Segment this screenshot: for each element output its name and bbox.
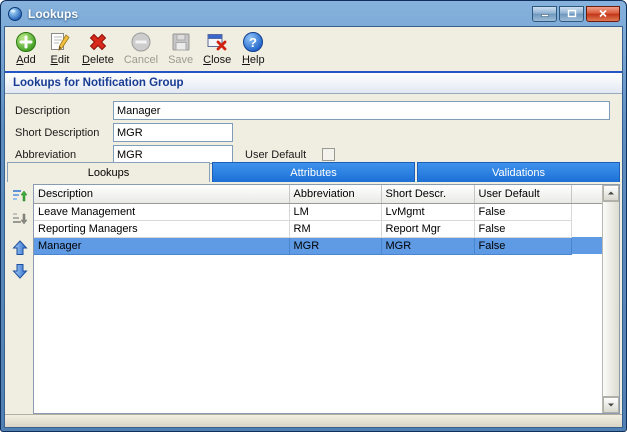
scroll-up-button[interactable] — [603, 185, 619, 201]
cell-user-default: False — [474, 237, 572, 255]
grid-table-area: Description Abbreviation Short Descr. Us… — [34, 185, 602, 413]
save-icon — [169, 30, 193, 54]
sort-ascending-button[interactable] — [10, 186, 30, 206]
window-controls — [532, 5, 620, 22]
tab-lookups-label: Lookups — [87, 166, 130, 179]
section-header: Lookups for Notification Group — [5, 73, 622, 94]
user-default-checkbox[interactable] — [322, 148, 336, 161]
help-icon: ? — [241, 30, 265, 54]
user-default-label: User Default — [245, 148, 307, 161]
table-row-selected[interactable]: Manager MGR MGR False — [34, 237, 602, 255]
save-button-label: Save — [168, 54, 194, 66]
tab-content-lookups: Description Abbreviation Short Descr. Us… — [5, 182, 622, 414]
svg-text:?: ? — [249, 35, 257, 50]
delete-button[interactable]: Delete — [77, 29, 119, 67]
move-down-button[interactable] — [10, 261, 30, 281]
tab-validations-label: Validations — [492, 166, 545, 179]
tab-attributes[interactable]: Attributes — [212, 162, 415, 182]
move-up-button[interactable] — [10, 238, 30, 258]
close-window-icon — [205, 30, 229, 54]
edit-icon — [48, 30, 72, 54]
add-button[interactable]: Add — [9, 29, 43, 67]
maximize-button[interactable] — [559, 5, 584, 22]
tab-lookups[interactable]: Lookups — [7, 162, 210, 182]
short-description-label: Short Description — [15, 126, 100, 139]
app-icon — [7, 6, 23, 22]
table-row[interactable]: Reporting Managers RM Report Mgr False — [34, 220, 602, 238]
vertical-scrollbar[interactable] — [602, 185, 619, 413]
minimize-button[interactable] — [532, 5, 557, 22]
scrollbar-track[interactable] — [603, 201, 619, 397]
cancel-button[interactable]: Cancel — [119, 29, 163, 67]
lookups-grid: Description Abbreviation Short Descr. Us… — [33, 184, 620, 414]
delete-icon — [86, 30, 110, 54]
title-bar[interactable]: Lookups — [4, 1, 623, 26]
close-button[interactable] — [586, 5, 620, 22]
cell-abbreviation: LM — [289, 203, 382, 221]
description-input[interactable] — [113, 101, 610, 120]
scroll-up-icon — [608, 191, 614, 195]
add-icon — [14, 30, 38, 54]
section-header-title: Lookups for Notification Group — [13, 77, 184, 89]
edit-button[interactable]: Edit — [43, 29, 77, 67]
add-button-label: Add — [16, 54, 36, 66]
delete-button-label: Delete — [82, 54, 114, 66]
cell-description: Reporting Managers — [34, 220, 290, 238]
cell-short-descr: Report Mgr — [381, 220, 475, 238]
column-header-description[interactable]: Description — [34, 185, 290, 204]
toolbar: Add Edit Delete Cancel Save Close ? Help — [5, 27, 622, 71]
grid-header-row: Description Abbreviation Short Descr. Us… — [34, 185, 602, 204]
edit-button-label: Edit — [50, 54, 70, 66]
help-button-label: Help — [241, 54, 265, 66]
save-button[interactable]: Save — [163, 29, 198, 67]
lookups-window: Lookups Add Edit Delete Cancel Save Clos… — [0, 0, 627, 432]
scroll-down-icon — [608, 403, 614, 407]
column-header-user-default[interactable]: User Default — [474, 185, 572, 204]
cell-abbreviation: MGR — [289, 237, 382, 255]
sort-descending-icon — [13, 213, 28, 225]
row-tools-strip — [7, 184, 33, 414]
column-header-abbreviation[interactable]: Abbreviation — [289, 185, 382, 204]
help-button[interactable]: ? Help — [236, 29, 270, 67]
cell-short-descr: LvMgmt — [381, 203, 475, 221]
status-bar — [5, 414, 622, 427]
sort-descending-button[interactable] — [10, 209, 30, 229]
table-row[interactable]: Leave Management LM LvMgmt False — [34, 203, 602, 221]
cell-user-default: False — [474, 220, 572, 238]
move-down-icon — [12, 264, 28, 279]
abbreviation-label: Abbreviation — [15, 148, 77, 161]
cell-description: Manager — [34, 237, 290, 255]
scroll-down-button[interactable] — [603, 397, 619, 413]
tab-bar: Lookups Attributes Validations — [5, 162, 622, 182]
cell-short-descr: MGR — [381, 237, 475, 255]
lookup-form: Description Short Description Abbreviati… — [5, 94, 622, 164]
cell-description: Leave Management — [34, 203, 290, 221]
sort-ascending-icon — [13, 190, 28, 202]
cancel-icon — [129, 30, 153, 54]
description-label: Description — [15, 104, 71, 117]
tab-validations[interactable]: Validations — [417, 162, 620, 182]
tab-attributes-label: Attributes — [290, 166, 337, 179]
window-title: Lookups — [28, 6, 78, 21]
short-description-input[interactable] — [113, 123, 233, 142]
cell-user-default: False — [474, 203, 572, 221]
move-up-icon — [12, 240, 28, 255]
client-area: Add Edit Delete Cancel Save Close ? Help… — [4, 26, 623, 428]
scrollbar-thumb[interactable] — [603, 201, 619, 397]
cancel-button-label: Cancel — [123, 54, 159, 66]
close-window-button-label: Close — [203, 54, 232, 66]
column-header-short-descr[interactable]: Short Descr. — [381, 185, 475, 204]
cell-abbreviation: RM — [289, 220, 382, 238]
close-window-button[interactable]: Close — [198, 29, 236, 67]
column-header-filler — [571, 185, 602, 204]
